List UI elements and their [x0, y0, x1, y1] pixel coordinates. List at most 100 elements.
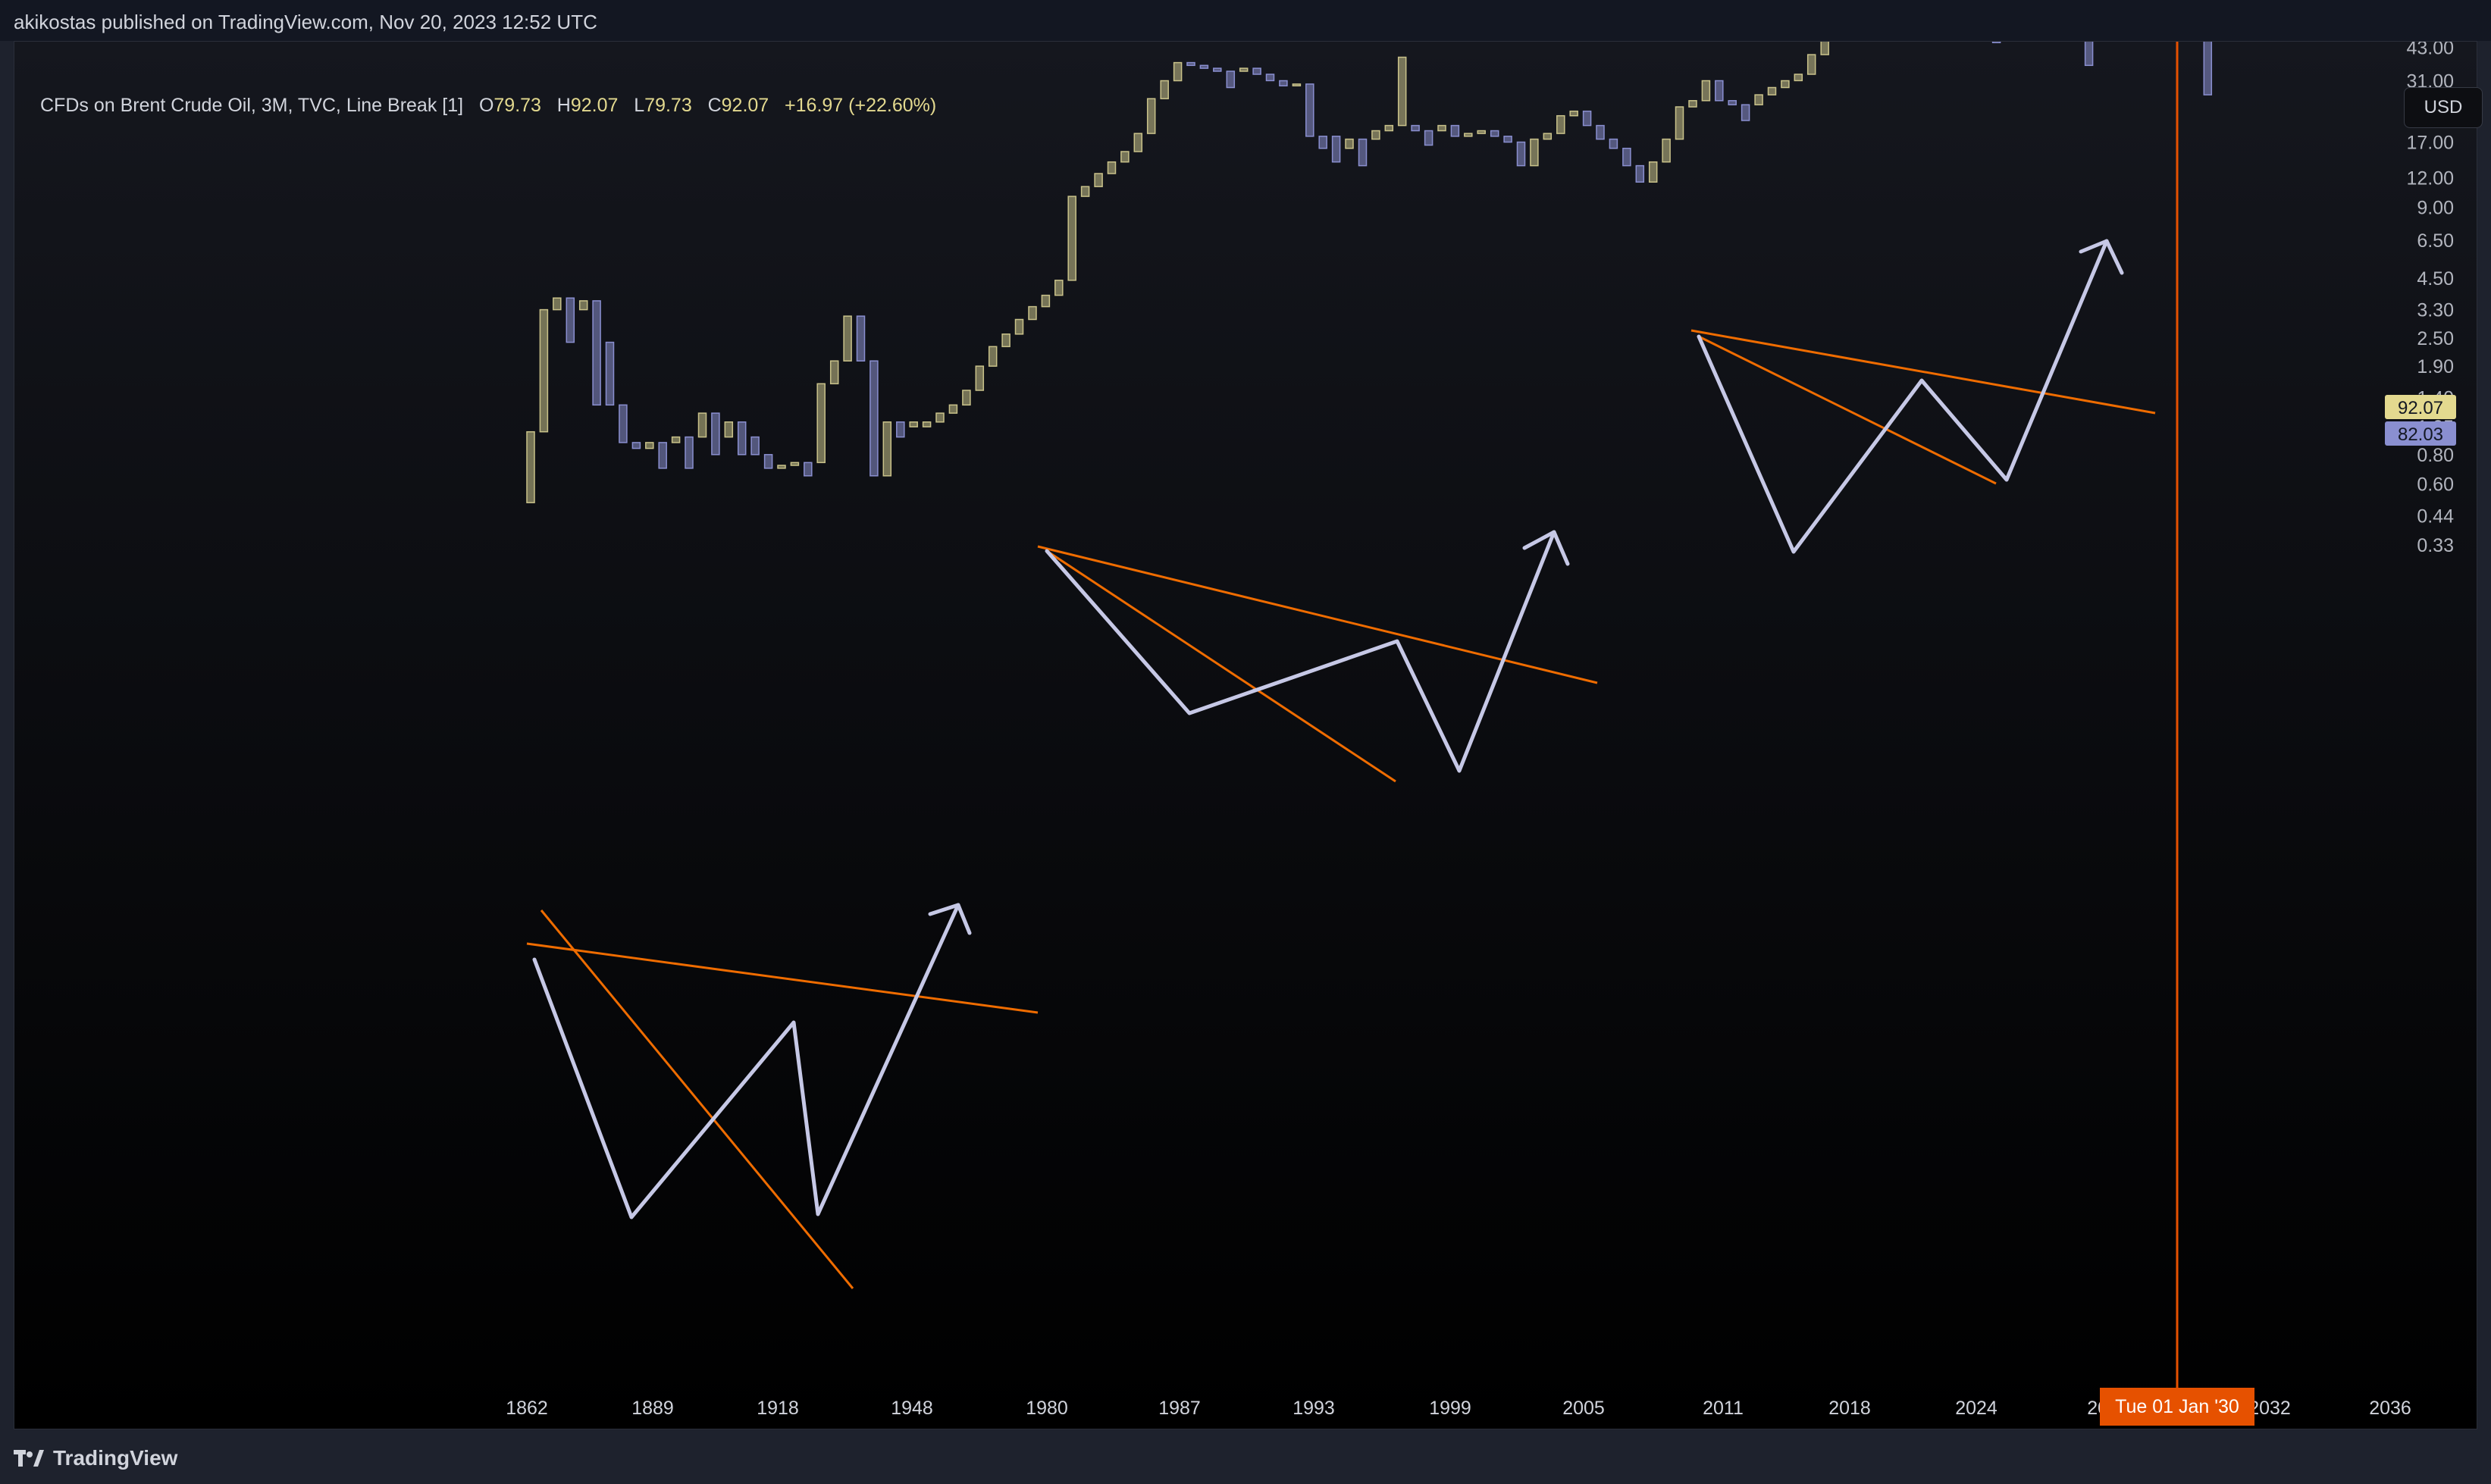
price-brick-up [1662, 138, 1671, 163]
time-axis-tick: 1948 [891, 1398, 933, 1419]
price-axis-tick: 17.00 [2406, 133, 2454, 154]
trendline-1980-top[interactable] [1037, 545, 1598, 684]
price-axis-tick: 0.60 [2417, 474, 2454, 496]
price-brick-down [658, 442, 667, 469]
price-brick-up [922, 421, 932, 427]
price-brick-up [1080, 186, 1090, 197]
price-brick-down [1331, 136, 1341, 163]
price-brick-up [1556, 114, 1565, 134]
price-axis-tick: 2.50 [2417, 328, 2454, 349]
page: akikostas published on TradingView.com, … [0, 0, 2491, 1484]
time-axis-tick: 2032 [2248, 1398, 2291, 1419]
time-axis-tick: 1999 [1429, 1398, 1471, 1419]
price-brick-up [724, 421, 734, 438]
price-brick-down [1424, 130, 1434, 146]
price-brick-down [896, 421, 905, 438]
legend-change-value: +16.97 (+22.60%) [785, 95, 937, 116]
price-brick-up [645, 442, 654, 449]
price-brick-up [1464, 133, 1473, 137]
header: akikostas published on TradingView.com, … [0, 0, 2491, 41]
price-brick-up [1371, 130, 1380, 140]
price-brick-down [1226, 70, 1236, 89]
chart-area[interactable]: 43.0031.0023.0017.0012.009.006.504.503.3… [14, 41, 2483, 1430]
price-brick-down [1358, 138, 1368, 167]
time-axis-tick: 1987 [1158, 1398, 1201, 1419]
legend-symbol[interactable]: CFDs on Brent Crude Oil, 3M, TVC, Line B… [40, 95, 463, 116]
price-brick-down [1199, 64, 1209, 69]
price-axis-tick: 0.33 [2417, 535, 2454, 556]
price-brick-down [1596, 124, 1605, 140]
price-brick-up [777, 465, 786, 469]
price-brick-down [631, 442, 641, 449]
price-brick-up [1569, 110, 1578, 117]
legend-high-label: H [556, 95, 571, 116]
price-brick-down [1186, 61, 1195, 67]
price-brick-up [578, 300, 588, 311]
time-axis-tick: 1980 [1026, 1398, 1068, 1419]
price-brick-up [843, 315, 852, 362]
price-brick-up [1806, 54, 1816, 75]
price-brick-up [1146, 98, 1156, 134]
price-brick-up [1067, 196, 1076, 281]
legend-open-value: 79.73 [494, 95, 541, 116]
price-brick-down [804, 462, 813, 477]
trendline-1980-falling[interactable] [1046, 549, 1396, 783]
pattern-zigzag-3[interactable] [1697, 239, 2109, 554]
price-brick-up [948, 404, 958, 414]
price-brick-up [1397, 56, 1407, 127]
time-axis-tick: 1993 [1292, 1398, 1335, 1419]
price-brick-up [526, 430, 535, 503]
price-brick-down [2084, 42, 2094, 67]
price-brick-down [685, 436, 694, 469]
price-axis-tick: 4.50 [2417, 268, 2454, 290]
price-brick-down [1609, 138, 1618, 149]
price-brick-up [988, 346, 998, 367]
price-brick-up [1041, 294, 1051, 308]
price-brick-down [1265, 74, 1275, 82]
price-brick-up [1384, 124, 1394, 132]
price-brick-down [1450, 124, 1460, 137]
price-brick-up [909, 421, 918, 427]
price-brick-up [1477, 130, 1486, 134]
price-brick-up [829, 360, 839, 385]
price-brick-up [1133, 133, 1143, 152]
price-brick-down [1279, 80, 1288, 86]
trendlines [526, 329, 2156, 1289]
price-brick-down [1635, 164, 1645, 183]
last-price-badge: 92.07 [2385, 395, 2456, 419]
trendline-1862-top[interactable] [526, 942, 1039, 1014]
price-brick-up [790, 462, 800, 466]
price-axis-tick: 43.00 [2406, 42, 2454, 58]
price-brick-up [1014, 318, 1024, 335]
price-brick-down [1728, 100, 1737, 105]
price-brick-up [1530, 138, 1539, 167]
price-brick-down [1582, 110, 1592, 127]
pattern-zigzag-1[interactable] [532, 903, 960, 1219]
price-brick-down [856, 315, 866, 362]
price-brick-down [1213, 67, 1222, 72]
price-brick-up [1120, 151, 1130, 163]
time-axis-tick: 1918 [757, 1398, 799, 1419]
tradingview-logo-text: TradingView [53, 1446, 178, 1470]
time-axis-tick: 1862 [506, 1398, 548, 1419]
price-brick-up [1688, 100, 1697, 108]
tradingview-logo[interactable]: TradingView [14, 1446, 177, 1470]
price-axis-tick: 0.44 [2417, 506, 2454, 527]
price-brick-up [1820, 42, 1829, 55]
legend-high-value: 92.07 [570, 95, 619, 116]
price-brick-down [1252, 67, 1261, 75]
price-brick-up [1701, 80, 1711, 102]
currency-button[interactable]: USD [2404, 87, 2483, 128]
price-brick-up [1345, 138, 1354, 149]
trendline-2011-top[interactable] [1690, 329, 2156, 415]
chart-canvas[interactable]: 43.0031.0023.0017.0012.009.006.504.503.3… [14, 42, 2478, 1430]
price-brick-down [1503, 136, 1512, 143]
price-brick-down [2203, 42, 2213, 95]
price-axis-tick: 0.80 [2417, 445, 2454, 466]
price-brick-down [619, 404, 628, 443]
price-brick-down [1741, 104, 1750, 121]
price-axis-tick: 12.00 [2406, 168, 2454, 189]
price-brick-up [1437, 124, 1446, 132]
price-brick-up [1107, 161, 1117, 174]
price-brick-down [605, 341, 615, 406]
